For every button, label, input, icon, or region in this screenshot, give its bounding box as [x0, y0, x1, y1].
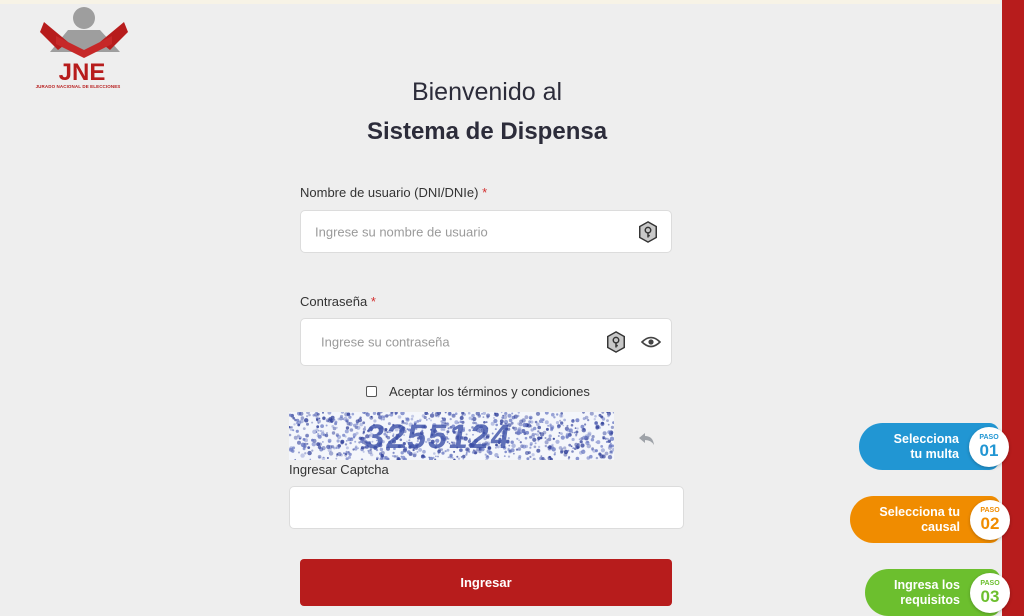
step-1-badge: PASO 01 [969, 426, 1009, 467]
step-1-number: 01 [979, 441, 999, 460]
step-3-line1: Ingresa los [894, 577, 960, 592]
required-mark: * [482, 185, 488, 200]
step-2-line1: Selecciona tu [879, 504, 960, 519]
required-mark: * [370, 294, 376, 309]
step-2-badge: PASO 02 [970, 499, 1010, 540]
top-border [0, 0, 1000, 4]
step-1-line2: tu multa [910, 446, 959, 461]
captcha-label: Ingresar Captcha [289, 462, 389, 477]
username-label: Nombre de usuario (DNI/DNIe) * [300, 185, 487, 200]
step-3-number: 03 [980, 587, 1000, 606]
password-placeholder: Ingrese su contraseña [321, 334, 450, 350]
step-3-badge: PASO 03 [970, 572, 1010, 613]
step-2-line2: causal [921, 519, 960, 534]
terms-checkbox-row[interactable]: Aceptar los términos y condiciones [366, 384, 590, 399]
username-label-text: Nombre de usuario (DNI/DNIe) [300, 185, 479, 200]
step-3-text: Ingresa los requisitos [894, 578, 960, 608]
step-2-text: Selecciona tu causal [879, 505, 960, 535]
welcome-title: Bienvenido al [411, 78, 563, 106]
username-placeholder: Ingrese su nombre de usuario [315, 224, 488, 239]
captcha-image: 3255124 [289, 412, 614, 460]
svg-text:3255124: 3255124 [363, 418, 515, 456]
step-1-select-fine[interactable]: Selecciona tu multa PASO 01 [859, 423, 1009, 470]
step-2-number: 02 [980, 514, 1000, 533]
key-icon [607, 331, 625, 353]
password-input[interactable]: Ingrese su contraseña [300, 318, 672, 366]
step-3-line2: requisitos [900, 592, 960, 607]
username-input[interactable]: Ingrese su nombre de usuario [300, 210, 672, 253]
password-label-text: Contraseña [300, 294, 368, 309]
logo-emblem-icon: JNE [40, 7, 128, 86]
step-3-requirements[interactable]: Ingresa los requisitos PASO 03 [865, 569, 1010, 616]
password-label: Contraseña * [300, 294, 376, 309]
step-1-text: Selecciona tu multa [894, 432, 959, 462]
key-icon [639, 220, 657, 243]
terms-checkbox[interactable] [366, 386, 377, 397]
step-2-select-cause[interactable]: Selecciona tu causal PASO 02 [850, 496, 1010, 543]
show-password-eye-icon[interactable] [641, 335, 661, 349]
step-1-line1: Selecciona [893, 431, 959, 446]
captcha-input[interactable] [289, 486, 684, 529]
login-button[interactable]: Ingresar [300, 559, 672, 606]
refresh-captcha-icon[interactable] [638, 431, 656, 447]
terms-label: Aceptar los términos y condiciones [389, 384, 590, 399]
system-title: Sistema de Dispensa [366, 118, 608, 145]
